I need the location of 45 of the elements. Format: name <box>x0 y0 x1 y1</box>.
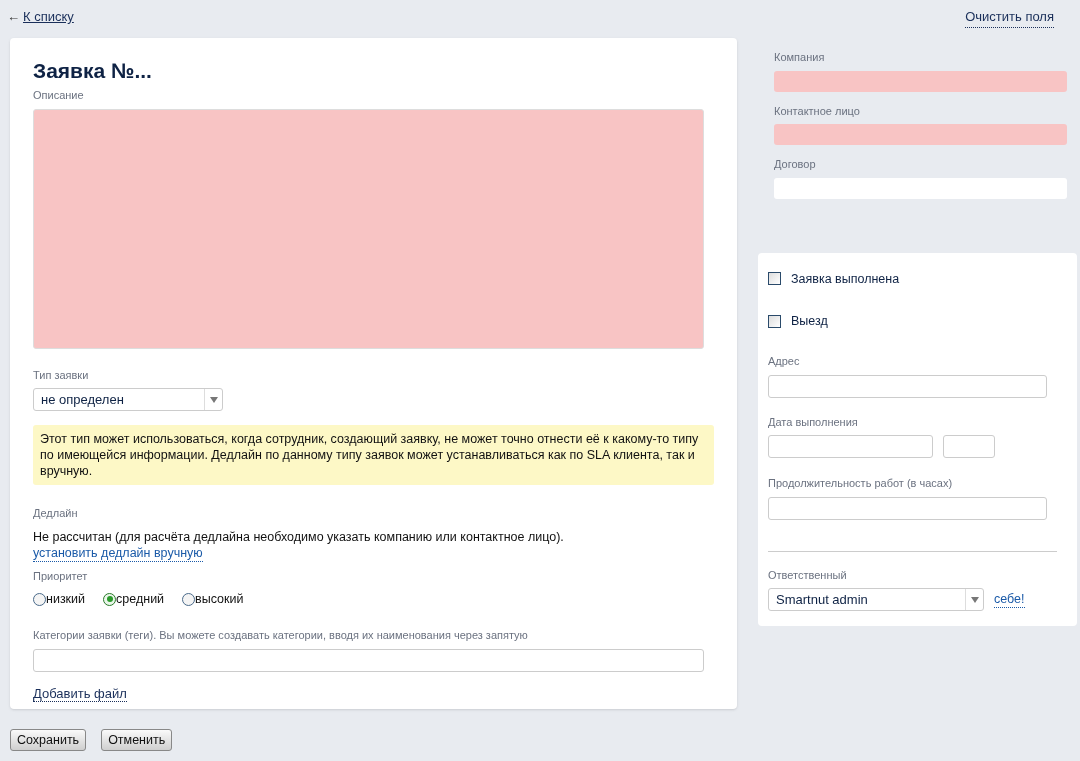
form-button[interactable]: Отменить <box>101 729 173 751</box>
field-label: Дедлайн <box>33 506 79 521</box>
back-arrow-icon: ← <box>7 7 20 27</box>
priority-option-label[interactable]: средний <box>116 589 165 609</box>
back-link[interactable]: К списку <box>23 7 74 27</box>
client-field[interactable] <box>774 124 1067 145</box>
description-field[interactable] <box>33 108 704 349</box>
type-hint-note: Этот тип может использоваться, когда сотрудник, создающий заявку, не может точно отнести её к какому-то типу по имеющейся информации. Дедлайн по данному типу заявок может устанавливаться как по SLA клиента, так и вручную. <box>33 425 714 485</box>
field-label: Тип заявки <box>33 367 90 383</box>
field-label: Ответственный <box>768 567 848 583</box>
dropdown-caret-icon <box>209 396 218 403</box>
field-label: Категории заявки (теги). Вы можете создавать категории, вводя их наименования через запятую <box>33 627 529 643</box>
priority-radio[interactable] <box>103 592 117 606</box>
dropdown-caret-icon <box>970 596 979 603</box>
add-file-link[interactable]: Добавить файл <box>33 686 127 702</box>
deadline-status: Не рассчитан (для расчёта дедлайна необходимо указать компанию или контактное лицо). <box>33 528 565 546</box>
field-label: Продолжительность работ (в часах) <box>768 476 954 491</box>
duration-input[interactable] <box>768 496 1047 520</box>
time-input[interactable] <box>943 435 995 458</box>
field-label: Дата выполнения <box>768 414 859 430</box>
field-label: Компания <box>774 50 826 65</box>
request-type-select[interactable]: не определен <box>33 388 223 411</box>
clear-fields-link[interactable]: Очистить поля <box>965 7 1054 28</box>
tags-input[interactable] <box>33 649 704 672</box>
address-input[interactable] <box>768 374 1047 398</box>
field-label: Договор <box>774 157 817 172</box>
form-button[interactable]: Сохранить <box>10 729 87 751</box>
priority-option-label[interactable]: высокий <box>195 589 244 609</box>
field-label: Контактное лицо <box>774 103 861 119</box>
date-input[interactable] <box>768 435 933 458</box>
client-field[interactable] <box>774 70 1067 92</box>
field-label: Приоритет <box>33 569 89 585</box>
checkbox-row[interactable]: Выезд <box>768 312 1067 331</box>
form-title: Заявка №... <box>33 58 153 83</box>
checkbox[interactable] <box>768 315 781 329</box>
assignee-select[interactable]: Smartnut admin <box>768 588 984 611</box>
assign-self-link[interactable]: себе! <box>994 591 1025 608</box>
field-label: Описание <box>33 88 85 103</box>
priority-option-label[interactable]: низкий <box>46 589 86 609</box>
field-label: Адрес <box>768 354 801 369</box>
checkbox[interactable] <box>768 272 781 286</box>
priority-radio[interactable] <box>182 592 196 606</box>
priority-radio[interactable] <box>33 592 46 606</box>
set-deadline-link[interactable]: установить дедлайн вручную <box>33 546 203 563</box>
checkbox-row[interactable]: Заявка выполнена <box>768 269 1067 289</box>
